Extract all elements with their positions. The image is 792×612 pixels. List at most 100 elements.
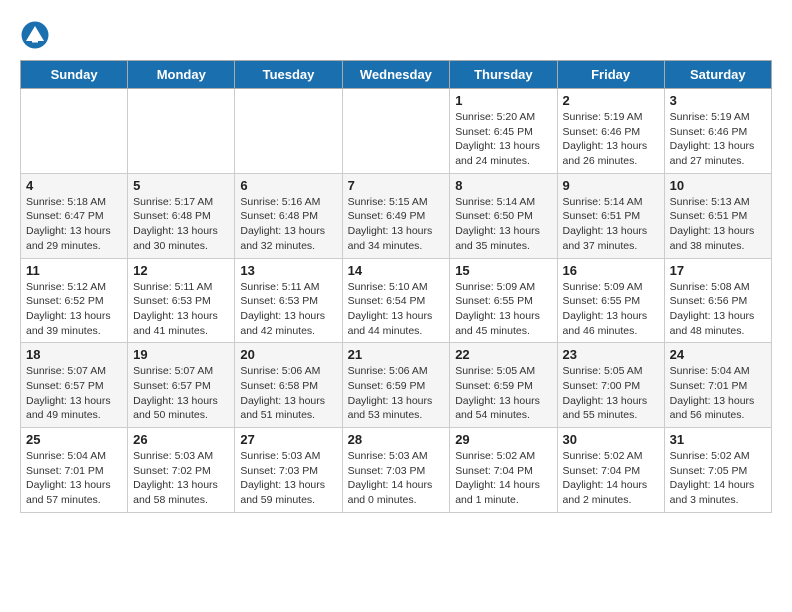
day-number: 29 bbox=[455, 432, 551, 447]
day-number: 25 bbox=[26, 432, 122, 447]
day-number: 22 bbox=[455, 347, 551, 362]
logo-icon bbox=[20, 20, 50, 50]
day-info: Sunrise: 5:11 AMSunset: 6:53 PMDaylight:… bbox=[133, 280, 229, 339]
day-cell-14: 14 Sunrise: 5:10 AMSunset: 6:54 PMDayligh… bbox=[342, 258, 450, 343]
week-row: 4 Sunrise: 5:18 AMSunset: 6:47 PMDaylight… bbox=[21, 173, 772, 258]
day-info: Sunrise: 5:11 AMSunset: 6:53 PMDaylight:… bbox=[240, 280, 336, 339]
day-number: 21 bbox=[348, 347, 445, 362]
day-number: 28 bbox=[348, 432, 445, 447]
day-info: Sunrise: 5:13 AMSunset: 6:51 PMDaylight:… bbox=[670, 195, 766, 254]
day-info: Sunrise: 5:10 AMSunset: 6:54 PMDaylight:… bbox=[348, 280, 445, 339]
day-number: 7 bbox=[348, 178, 445, 193]
day-cell-11: 11Sunrise: 5:12 AMSunset: 6:52 PMDayligh… bbox=[21, 258, 128, 343]
day-number: 14 bbox=[348, 263, 445, 278]
day-cell-5: 5 Sunrise: 5:17 AMSunset: 6:48 PMDaylight… bbox=[128, 173, 235, 258]
day-info: Sunrise: 5:06 AMSunset: 6:58 PMDaylight:… bbox=[240, 364, 336, 423]
day-cell-8: 8 Sunrise: 5:14 AMSunset: 6:50 PMDaylight… bbox=[450, 173, 557, 258]
day-info: Sunrise: 5:04 AMSunset: 7:01 PMDaylight:… bbox=[26, 449, 122, 508]
day-cell-25: 25 Sunrise: 5:04 AMSunset: 7:01 PMDayligh… bbox=[21, 428, 128, 513]
day-info: Sunrise: 5:20 AMSunset: 6:45 PMDaylight:… bbox=[455, 110, 551, 169]
day-number: 26 bbox=[133, 432, 229, 447]
day-cell-19: 19 Sunrise: 5:07 AMSunset: 6:57 PMDayligh… bbox=[128, 343, 235, 428]
day-header-thursday: Thursday bbox=[450, 61, 557, 89]
day-header-friday: Friday bbox=[557, 61, 664, 89]
day-cell-7: 7 Sunrise: 5:15 AMSunset: 6:49 PMDaylight… bbox=[342, 173, 450, 258]
day-info: Sunrise: 5:15 AMSunset: 6:49 PMDaylight:… bbox=[348, 195, 445, 254]
day-number: 8 bbox=[455, 178, 551, 193]
day-cell-26: 26 Sunrise: 5:03 AMSunset: 7:02 PMDayligh… bbox=[128, 428, 235, 513]
day-header-saturday: Saturday bbox=[664, 61, 771, 89]
day-info: Sunrise: 5:17 AMSunset: 6:48 PMDaylight:… bbox=[133, 195, 229, 254]
day-info: Sunrise: 5:06 AMSunset: 6:59 PMDaylight:… bbox=[348, 364, 445, 423]
day-cell-29: 29 Sunrise: 5:02 AMSunset: 7:04 PMDayligh… bbox=[450, 428, 557, 513]
day-number: 9 bbox=[563, 178, 659, 193]
day-info: Sunrise: 5:18 AMSunset: 6:47 PMDaylight:… bbox=[26, 195, 122, 254]
day-number: 17 bbox=[670, 263, 766, 278]
empty-cell bbox=[235, 89, 342, 174]
day-cell-9: 9Sunrise: 5:14 AMSunset: 6:51 PMDaylight… bbox=[557, 173, 664, 258]
day-number: 13 bbox=[240, 263, 336, 278]
day-cell-20: 20 Sunrise: 5:06 AMSunset: 6:58 PMDayligh… bbox=[235, 343, 342, 428]
day-cell-22: 22 Sunrise: 5:05 AMSunset: 6:59 PMDayligh… bbox=[450, 343, 557, 428]
day-cell-15: 15Sunrise: 5:09 AMSunset: 6:55 PMDayligh… bbox=[450, 258, 557, 343]
day-info: Sunrise: 5:12 AMSunset: 6:52 PMDaylight:… bbox=[26, 280, 122, 339]
week-row: 25 Sunrise: 5:04 AMSunset: 7:01 PMDayligh… bbox=[21, 428, 772, 513]
day-cell-6: 6Sunrise: 5:16 AMSunset: 6:48 PMDaylight… bbox=[235, 173, 342, 258]
day-header-monday: Monday bbox=[128, 61, 235, 89]
day-number: 23 bbox=[563, 347, 659, 362]
day-number: 27 bbox=[240, 432, 336, 447]
day-cell-10: 10 Sunrise: 5:13 AMSunset: 6:51 PMDayligh… bbox=[664, 173, 771, 258]
week-row: 1 Sunrise: 5:20 AMSunset: 6:45 PMDaylight… bbox=[21, 89, 772, 174]
day-cell-31: 31 Sunrise: 5:02 AMSunset: 7:05 PMDayligh… bbox=[664, 428, 771, 513]
day-cell-21: 21 Sunrise: 5:06 AMSunset: 6:59 PMDayligh… bbox=[342, 343, 450, 428]
day-number: 18 bbox=[26, 347, 122, 362]
empty-cell bbox=[128, 89, 235, 174]
day-number: 6 bbox=[240, 178, 336, 193]
day-number: 19 bbox=[133, 347, 229, 362]
day-number: 20 bbox=[240, 347, 336, 362]
day-number: 3 bbox=[670, 93, 766, 108]
day-number: 1 bbox=[455, 93, 551, 108]
day-number: 31 bbox=[670, 432, 766, 447]
day-info: Sunrise: 5:09 AMSunset: 6:55 PMDaylight:… bbox=[455, 280, 551, 339]
empty-cell bbox=[342, 89, 450, 174]
day-info: Sunrise: 5:19 AMSunset: 6:46 PMDaylight:… bbox=[563, 110, 659, 169]
day-cell-2: 2 Sunrise: 5:19 AMSunset: 6:46 PMDaylight… bbox=[557, 89, 664, 174]
day-header-wednesday: Wednesday bbox=[342, 61, 450, 89]
day-cell-1: 1 Sunrise: 5:20 AMSunset: 6:45 PMDaylight… bbox=[450, 89, 557, 174]
day-number: 4 bbox=[26, 178, 122, 193]
day-cell-28: 28 Sunrise: 5:03 AMSunset: 7:03 PMDayligh… bbox=[342, 428, 450, 513]
week-row: 18 Sunrise: 5:07 AMSunset: 6:57 PMDayligh… bbox=[21, 343, 772, 428]
days-header-row: SundayMondayTuesdayWednesdayThursdayFrid… bbox=[21, 61, 772, 89]
logo bbox=[20, 20, 54, 50]
day-cell-30: 30Sunrise: 5:02 AMSunset: 7:04 PMDayligh… bbox=[557, 428, 664, 513]
day-info: Sunrise: 5:05 AMSunset: 7:00 PMDaylight:… bbox=[563, 364, 659, 423]
day-info: Sunrise: 5:02 AMSunset: 7:05 PMDaylight:… bbox=[670, 449, 766, 508]
day-info: Sunrise: 5:14 AMSunset: 6:50 PMDaylight:… bbox=[455, 195, 551, 254]
day-number: 24 bbox=[670, 347, 766, 362]
day-number: 5 bbox=[133, 178, 229, 193]
day-info: Sunrise: 5:08 AMSunset: 6:56 PMDaylight:… bbox=[670, 280, 766, 339]
day-cell-13: 13 Sunrise: 5:11 AMSunset: 6:53 PMDayligh… bbox=[235, 258, 342, 343]
day-cell-12: 12 Sunrise: 5:11 AMSunset: 6:53 PMDayligh… bbox=[128, 258, 235, 343]
empty-cell bbox=[21, 89, 128, 174]
day-cell-18: 18Sunrise: 5:07 AMSunset: 6:57 PMDayligh… bbox=[21, 343, 128, 428]
day-info: Sunrise: 5:02 AMSunset: 7:04 PMDaylight:… bbox=[563, 449, 659, 508]
day-info: Sunrise: 5:04 AMSunset: 7:01 PMDaylight:… bbox=[670, 364, 766, 423]
page-header bbox=[20, 20, 772, 50]
day-info: Sunrise: 5:07 AMSunset: 6:57 PMDaylight:… bbox=[133, 364, 229, 423]
day-info: Sunrise: 5:03 AMSunset: 7:02 PMDaylight:… bbox=[133, 449, 229, 508]
day-cell-23: 23 Sunrise: 5:05 AMSunset: 7:00 PMDayligh… bbox=[557, 343, 664, 428]
day-number: 16 bbox=[563, 263, 659, 278]
day-info: Sunrise: 5:03 AMSunset: 7:03 PMDaylight:… bbox=[240, 449, 336, 508]
day-info: Sunrise: 5:09 AMSunset: 6:55 PMDaylight:… bbox=[563, 280, 659, 339]
day-info: Sunrise: 5:05 AMSunset: 6:59 PMDaylight:… bbox=[455, 364, 551, 423]
day-number: 10 bbox=[670, 178, 766, 193]
day-number: 12 bbox=[133, 263, 229, 278]
day-number: 2 bbox=[563, 93, 659, 108]
calendar: SundayMondayTuesdayWednesdayThursdayFrid… bbox=[20, 60, 772, 513]
day-info: Sunrise: 5:02 AMSunset: 7:04 PMDaylight:… bbox=[455, 449, 551, 508]
day-cell-17: 17 Sunrise: 5:08 AMSunset: 6:56 PMDayligh… bbox=[664, 258, 771, 343]
day-cell-4: 4 Sunrise: 5:18 AMSunset: 6:47 PMDaylight… bbox=[21, 173, 128, 258]
day-info: Sunrise: 5:03 AMSunset: 7:03 PMDaylight:… bbox=[348, 449, 445, 508]
